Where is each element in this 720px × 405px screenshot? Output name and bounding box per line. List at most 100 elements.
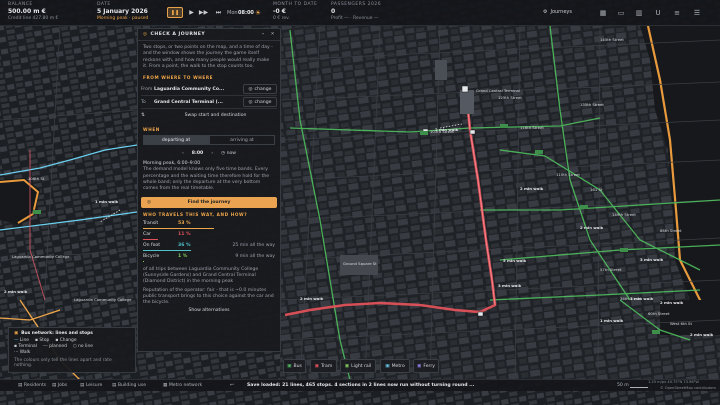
mode-share-bar <box>143 249 192 252</box>
change-label: change <box>254 99 272 105</box>
map-label-lgcc2: Laguardia Community College <box>74 297 132 302</box>
sun-icon[interactable]: ☀ <box>253 8 263 18</box>
month-value: -0 € <box>273 8 286 15</box>
leisure-label: Leisure <box>85 383 103 388</box>
time-value[interactable]: 8:00 <box>192 151 203 156</box>
legend-note: The colours only tell the lines apart an… <box>14 358 112 368</box>
legend-walk: ⋯ Walk <box>14 350 130 355</box>
mode-metro-button[interactable]: ▣ Metro <box>380 359 410 373</box>
legend-planned-label: planned <box>49 344 67 349</box>
fast-forward-icon: ▶▶ <box>198 9 209 16</box>
mode-name: Bicycle <box>143 253 160 259</box>
status-message: Save loaded: 21 lines, 465 stops. 4 sect… <box>247 383 475 388</box>
swap-label: Swap start and destination <box>184 113 247 119</box>
minimize-icon[interactable]: – <box>262 32 265 37</box>
chart-icon[interactable]: ▥ <box>634 8 644 18</box>
ferry-mode-icon: ▣ <box>417 363 422 369</box>
map-label-149: 149th Street <box>612 212 636 217</box>
mode-bus-button[interactable]: ▣ Bus <box>283 359 306 373</box>
walk-label: 2 min walk <box>520 186 544 191</box>
map-label-square: Ground Square St <box>343 261 377 266</box>
settings-icon[interactable]: ☰ <box>692 8 702 18</box>
time-increase-icon[interactable]: › <box>211 151 213 156</box>
coords-readout: 1.25 m/px 40.75°N 73.98°W <box>648 380 699 384</box>
mode-lightrail-button[interactable]: ▣ Light rail <box>340 359 376 373</box>
lightrail-mode-icon: ▣ <box>344 363 350 369</box>
journey-icon: ◎ <box>143 32 148 37</box>
mode-percent: 36 % <box>178 242 191 248</box>
passengers-stat: PASSENGERS 2026 0 Profit — · Revenue — <box>331 2 381 21</box>
clock-icon: ◷ <box>221 150 226 156</box>
to-change-button[interactable]: ◎ change <box>243 97 277 108</box>
mode-bus-label: Bus <box>293 363 302 369</box>
fast-forward-button[interactable]: ▶▶ <box>198 7 209 18</box>
status-arrow-icon: ↩ <box>230 383 234 388</box>
passengers-value: 0 <box>331 8 336 15</box>
mode-duration: 25 min all the way <box>232 242 275 248</box>
journeys-button[interactable]: ⚙ Journeys <box>543 9 572 15</box>
journeys-label: Journeys <box>550 9 572 15</box>
mode-name: Car <box>143 231 151 237</box>
bus-icon: ▣ <box>14 331 19 336</box>
folder-icon[interactable]: ▭ <box>616 8 626 18</box>
building-use-toggle[interactable]: ▤ Building use <box>112 383 146 388</box>
balance-label: BALANCE <box>8 2 33 7</box>
leisure-toggle[interactable]: ▤ Leisure <box>80 383 102 388</box>
month-label: MONTH TO DATE <box>273 2 318 7</box>
mode-share-list: Transit 53 % Car 11 % On foot 36 % 25 min all … <box>138 220 280 264</box>
find-journey-button[interactable]: ◎ Find the journey <box>141 196 277 208</box>
attribution: © OpenStreetMap contributors <box>660 386 716 390</box>
change-label: change <box>254 86 272 92</box>
reputation-text: Reputation of the operator: fair - that … <box>143 287 274 306</box>
date-value: 5 January 2026 <box>97 8 148 15</box>
to-key: To <box>141 99 146 105</box>
mode-share-bar <box>143 260 145 263</box>
from-row: From Laguardia Community Co... ◎ change <box>141 83 277 97</box>
departing-tab[interactable]: departing at <box>143 135 209 146</box>
walk-label: 3 min walk <box>498 283 522 288</box>
legend-row-2: ▪ Terminal --- planned ○ no line <box>14 344 130 349</box>
walk-label: 2 min walk <box>300 296 324 301</box>
planned-swatch-icon: --- <box>42 344 48 349</box>
map-label-110: 110th Street <box>556 172 580 177</box>
from-key: From <box>141 86 153 92</box>
bus-network-legend: ▣ Bus network: lines and stops — Line ▪ … <box>8 327 136 373</box>
mode-ferry-button[interactable]: ▣ Ferry <box>413 359 439 373</box>
legend-stop: ▪ Stop <box>35 338 49 343</box>
close-icon[interactable]: ✕ <box>271 32 275 37</box>
time-decrease-icon[interactable]: ‹ <box>182 151 184 156</box>
terminal-swatch-icon: ▪ <box>14 344 17 349</box>
walk-label: 3 min walk <box>640 257 664 262</box>
mode-percent: 53 % <box>178 220 191 226</box>
user-icon[interactable]: U <box>653 8 663 18</box>
metro-network-toggle[interactable]: ▦ Metro network <box>163 383 202 388</box>
grid-icon[interactable]: ▦ <box>598 8 608 18</box>
faster-button[interactable]: ⏭ <box>213 7 224 18</box>
list-icon[interactable]: ≡ <box>672 8 682 18</box>
period-text: Morning peak <box>97 16 128 21</box>
from-change-button[interactable]: ◎ change <box>243 84 277 95</box>
metro-mode-icon: ▣ <box>385 363 390 369</box>
pause-button[interactable]: ❚❚ <box>167 7 183 18</box>
map-label-57: 57th Street <box>600 267 622 272</box>
legend-change: ▪ Change <box>55 338 76 343</box>
mode-tram-label: Tram <box>321 363 333 369</box>
residents-toggle[interactable]: ▤ Residents <box>18 383 46 388</box>
swap-button[interactable]: ⇅ Swap start and destination <box>141 109 277 122</box>
walk-label: 1 min walk <box>600 318 624 323</box>
mode-tram-button[interactable]: ▣ Tram <box>310 359 337 373</box>
walk-label: 2 min walk <box>435 127 459 132</box>
arriving-tab[interactable]: arriving at <box>209 135 275 146</box>
now-button[interactable]: ◷ now <box>221 151 236 156</box>
bus-mode-icon: ▣ <box>287 363 292 369</box>
play-button[interactable]: ▶ <box>186 7 197 18</box>
date-stat: DATE 5 January 2026 Morning peak · pause… <box>97 2 148 21</box>
mode-row: Transit 53 % <box>143 220 275 231</box>
residents-icon: ▤ <box>18 383 23 388</box>
jobs-toggle[interactable]: ▤ Jobs <box>52 383 67 388</box>
from-value: Laguardia Community Co... <box>154 86 225 92</box>
legend-change-label: Change <box>59 338 77 343</box>
walk-label: 2 min walk <box>660 300 684 305</box>
show-alternatives-button[interactable]: Show alternatives <box>138 308 280 313</box>
map-label-108: 108th St <box>28 176 45 181</box>
